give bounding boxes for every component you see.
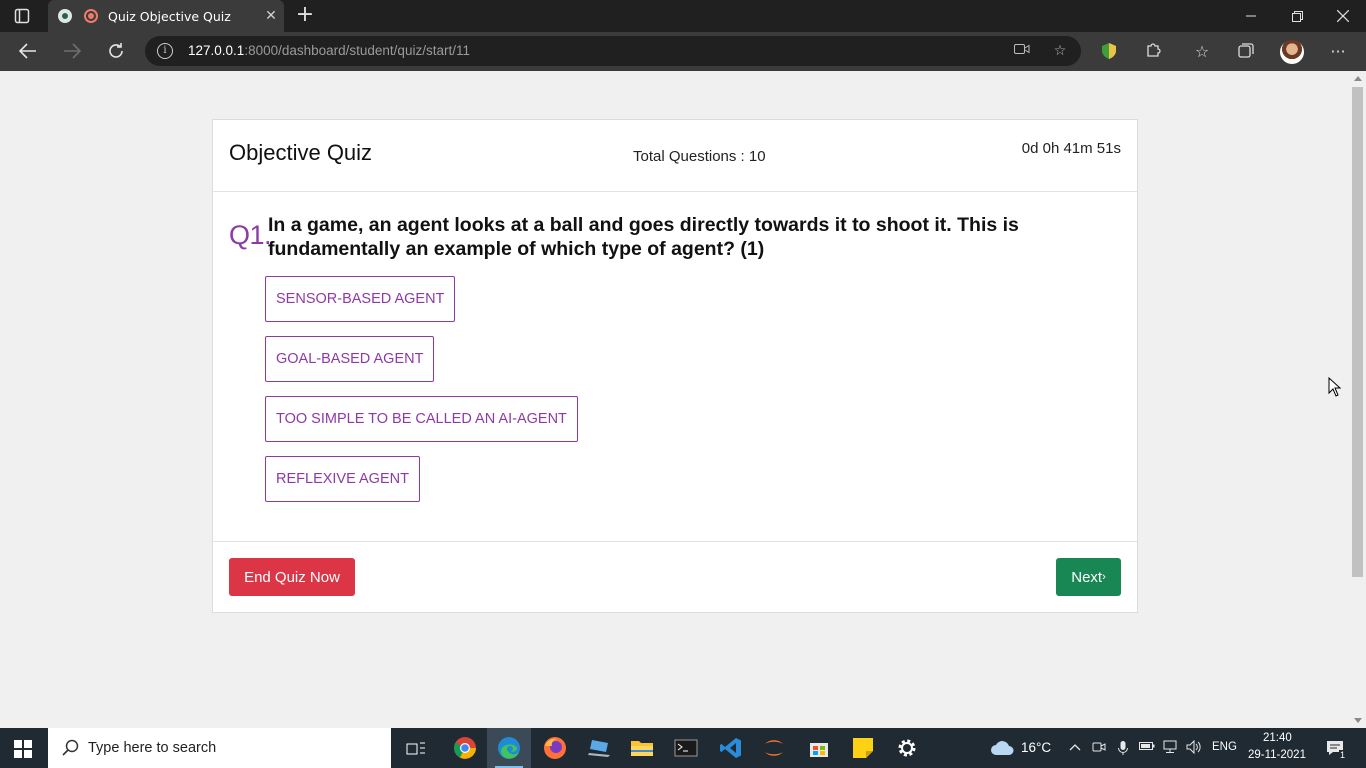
jupyter-icon[interactable] [760, 734, 788, 762]
mouse-cursor-icon [1328, 377, 1342, 397]
windows-start-icon[interactable] [14, 740, 32, 758]
restore-icon[interactable] [1274, 0, 1320, 32]
more-options-icon[interactable]: ··· [1327, 42, 1349, 62]
question-text: In a game, an agent looks at a ball and … [268, 214, 1019, 260]
taskbar-search[interactable]: Type here to search [48, 728, 391, 768]
firefox-icon[interactable] [541, 734, 569, 762]
total-questions: Total Questions : 10 [633, 148, 766, 165]
chevron-right-icon: › [1102, 571, 1106, 583]
close-tab-icon[interactable]: ✕ [258, 8, 284, 24]
volume-icon[interactable] [1186, 739, 1202, 756]
option-goal-based[interactable]: GOAL-BASED AGENT [265, 336, 435, 382]
quiz-footer: End Quiz Now Next › [213, 541, 1137, 612]
favorites-icon[interactable]: ☆ [1191, 42, 1213, 62]
site-info-icon[interactable]: i [157, 43, 173, 59]
language-indicator[interactable]: ENG [1212, 741, 1237, 753]
address-bar[interactable]: i 127.0.0.1:8000/dashboard/student/quiz/… [145, 36, 1081, 66]
weather-cloud-icon[interactable] [990, 740, 1014, 756]
profile-avatar[interactable] [1280, 40, 1304, 64]
page-scrollbar[interactable] [1350, 71, 1366, 728]
option-too-simple[interactable]: TOO SIMPLE TO BE CALLED AN AI-AGENT [265, 396, 578, 442]
forward-icon[interactable] [58, 38, 86, 64]
browser-toolbar: i 127.0.0.1:8000/dashboard/student/quiz/… [0, 32, 1366, 71]
collections-icon[interactable] [1235, 42, 1257, 62]
page-content: Objective Quiz Total Questions : 10 0d 0… [0, 71, 1350, 768]
next-label: Next [1071, 568, 1103, 586]
quiz-card: Objective Quiz Total Questions : 10 0d 0… [212, 119, 1138, 613]
url-path: :8000/dashboard/student/quiz/start/11 [244, 43, 470, 58]
chevron-up-icon[interactable] [1067, 740, 1083, 756]
option-sensor-based[interactable]: SENSOR-BASED AGENT [265, 276, 456, 322]
edge-icon[interactable] [495, 734, 523, 762]
minimize-icon[interactable] [1228, 0, 1274, 32]
battery-icon[interactable] [1139, 740, 1155, 756]
browser-tab-bar: Quiz Objective Quiz ✕ + [0, 0, 1366, 32]
address-url: 127.0.0.1:8000/dashboard/student/quiz/st… [188, 43, 470, 58]
notification-count: 1 [1339, 750, 1347, 760]
meet-now-icon[interactable] [1091, 740, 1107, 756]
microphone-icon[interactable] [1115, 740, 1131, 756]
new-tab-button[interactable]: + [292, 4, 318, 28]
sticky-notes-icon[interactable] [849, 734, 877, 762]
settings-gear-icon[interactable] [893, 734, 921, 762]
chrome-icon[interactable] [451, 734, 479, 762]
video-icon[interactable] [1013, 43, 1031, 59]
terminal-icon[interactable] [672, 734, 700, 762]
search-icon [62, 739, 79, 756]
extensions-icon[interactable] [1142, 42, 1164, 62]
url-host: 127.0.0.1 [188, 43, 245, 58]
recording-icon [84, 9, 98, 23]
scroll-thumb[interactable] [1352, 87, 1363, 577]
clock-time[interactable]: 21:40 [1263, 732, 1292, 744]
vscode-icon[interactable] [717, 734, 745, 762]
quiz-title: Objective Quiz [229, 140, 373, 165]
next-button[interactable]: Next › [1056, 558, 1121, 596]
quiz-header: Objective Quiz Total Questions : 10 0d 0… [213, 120, 1137, 192]
option-reflexive[interactable]: REFLEXIVE AGENT [265, 456, 420, 502]
end-quiz-button[interactable]: End Quiz Now [229, 558, 355, 596]
scroll-down-icon[interactable] [1354, 718, 1362, 723]
store-icon[interactable] [805, 734, 833, 762]
clock-date[interactable]: 29-11-2021 [1248, 749, 1306, 761]
site-favicon-icon [58, 9, 72, 23]
tab-actions-icon[interactable] [12, 7, 32, 25]
back-icon[interactable] [14, 38, 42, 64]
add-favorite-icon[interactable]: ☆ [1051, 43, 1069, 59]
question-number: Q1. [229, 220, 272, 250]
windows-taskbar: Type here to search 16°C ENG 21:40 29-11… [0, 728, 1366, 768]
tab-title: Quiz Objective Quiz [108, 8, 231, 24]
network-icon[interactable] [1163, 740, 1179, 756]
quiz-timer: 0d 0h 41m 51s [1021, 140, 1121, 157]
scroll-up-icon[interactable] [1354, 76, 1362, 81]
reload-icon[interactable] [102, 38, 130, 64]
search-placeholder: Type here to search [88, 740, 217, 756]
laptop-app-icon[interactable] [586, 734, 614, 762]
close-window-icon[interactable] [1320, 0, 1366, 32]
task-view-icon[interactable] [402, 734, 430, 762]
extension-shield-icon[interactable] [1098, 42, 1120, 62]
browser-tab[interactable]: Quiz Objective Quiz ✕ [48, 0, 284, 32]
file-explorer-icon[interactable] [628, 734, 656, 762]
weather-temperature[interactable]: 16°C [1021, 740, 1051, 755]
